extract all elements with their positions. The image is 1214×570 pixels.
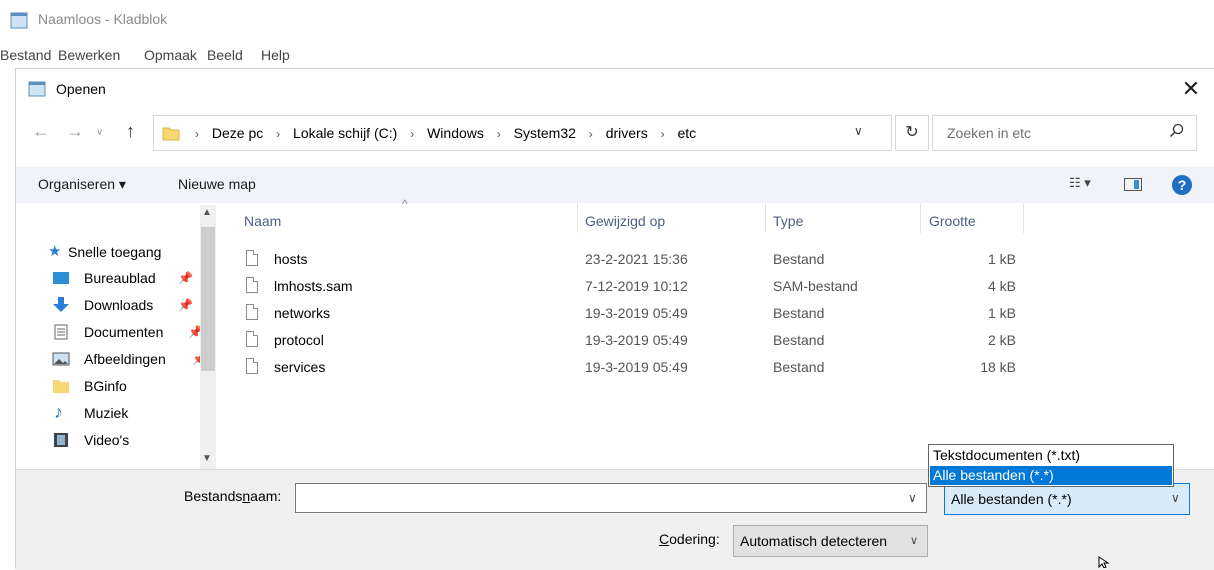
column-header-type[interactable]: Type bbox=[773, 213, 803, 229]
dialog-title: Openen bbox=[56, 81, 106, 97]
sort-ascending-icon: ^ bbox=[402, 197, 408, 211]
file-row[interactable]: networks 19-3-2019 05:49 Bestand 1 kB bbox=[236, 300, 1036, 327]
new-folder-button[interactable]: Nieuwe map bbox=[178, 176, 256, 192]
file-icon bbox=[246, 331, 258, 347]
notepad-icon bbox=[28, 81, 46, 97]
file-row[interactable]: hosts 23-2-2021 15:36 Bestand 1 kB bbox=[236, 246, 1036, 273]
file-row[interactable]: lmhosts.sam 7-12-2019 10:12 SAM-bestand … bbox=[236, 273, 1036, 300]
download-icon bbox=[53, 297, 69, 312]
breadcrumb-item[interactable]: Deze pc bbox=[212, 125, 263, 141]
chevron-down-icon[interactable]: ∨ bbox=[908, 491, 917, 505]
star-icon: ★ bbox=[48, 243, 62, 260]
menu-opmaak[interactable]: Opmaak bbox=[144, 47, 197, 63]
search-input[interactable]: Zoeken in etc bbox=[932, 115, 1197, 151]
breadcrumb: › Deze pc › Lokale schijf (C:) › Windows… bbox=[195, 125, 697, 141]
file-icon bbox=[246, 277, 258, 293]
address-bar[interactable]: › Deze pc › Lokale schijf (C:) › Windows… bbox=[153, 115, 892, 151]
menu-bestand[interactable]: Bestand bbox=[0, 47, 51, 63]
column-header-name[interactable]: Naam bbox=[244, 213, 281, 229]
document-icon bbox=[54, 324, 68, 340]
dialog-titlebar: Openen ✕ bbox=[16, 69, 1214, 109]
mouse-cursor-icon bbox=[1098, 556, 1110, 568]
filename-input[interactable]: ∨ bbox=[295, 483, 927, 513]
file-icon bbox=[246, 358, 258, 374]
forward-arrow-icon[interactable]: → bbox=[66, 121, 84, 142]
file-row[interactable]: services 19-3-2019 05:49 Bestand 18 kB bbox=[236, 354, 1036, 381]
preview-pane-icon[interactable] bbox=[1124, 178, 1142, 191]
filetype-option-selected[interactable]: Alle bestanden (*.*) bbox=[930, 466, 1172, 485]
encoding-label: Codering: bbox=[659, 531, 720, 547]
search-icon[interactable] bbox=[1169, 123, 1185, 139]
breadcrumb-item[interactable]: drivers bbox=[606, 125, 648, 141]
chevron-down-icon[interactable]: ∨ bbox=[854, 124, 863, 138]
filetype-dropdown-list: Tekstdocumenten (*.txt) Alle bestanden (… bbox=[928, 444, 1174, 487]
pin-icon: 📌 bbox=[178, 298, 193, 312]
filename-label: Bestandsnaam: bbox=[184, 488, 282, 504]
menu-beeld[interactable]: Beeld bbox=[207, 47, 243, 63]
folder-icon bbox=[53, 380, 69, 393]
menu-help[interactable]: Help bbox=[261, 47, 290, 63]
column-divider[interactable] bbox=[765, 203, 766, 233]
organize-button[interactable]: Organiseren ▾ bbox=[38, 176, 126, 193]
scroll-down-icon[interactable]: ▼ bbox=[202, 453, 212, 464]
column-divider[interactable] bbox=[1023, 203, 1024, 233]
navigation-pane: ★ Snelle toegang Bureaublad 📌 Downloads … bbox=[16, 203, 216, 469]
notepad-titlebar: Naamloos - Kladblok bbox=[0, 0, 1214, 42]
file-row[interactable]: protocol 19-3-2019 05:49 Bestand 2 kB bbox=[236, 327, 1036, 354]
column-divider[interactable] bbox=[577, 203, 578, 233]
menu-bewerken[interactable]: Bewerken bbox=[58, 47, 120, 63]
sidebar-scrollbar[interactable]: ▲ ▼ bbox=[200, 205, 216, 469]
file-icon bbox=[246, 250, 258, 266]
column-header-modified[interactable]: Gewijzigd op bbox=[585, 213, 665, 229]
command-toolbar: Organiseren ▾ Nieuwe map ☷ ▾ ? bbox=[16, 167, 1214, 203]
breadcrumb-item[interactable]: System32 bbox=[514, 125, 576, 141]
scrollbar-thumb[interactable] bbox=[201, 227, 215, 371]
breadcrumb-item[interactable]: etc bbox=[677, 125, 696, 141]
recent-locations-chevron-icon[interactable]: ∨ bbox=[96, 127, 103, 138]
file-icon bbox=[246, 304, 258, 320]
chevron-down-icon[interactable]: ∨ bbox=[910, 534, 918, 547]
column-divider[interactable] bbox=[920, 203, 921, 233]
filetype-select[interactable]: Alle bestanden (*.*) ∨ bbox=[944, 483, 1190, 515]
close-icon[interactable]: ✕ bbox=[1174, 73, 1208, 105]
breadcrumb-item[interactable]: Windows bbox=[427, 125, 484, 141]
image-icon bbox=[52, 352, 70, 366]
scroll-up-icon[interactable]: ▲ bbox=[202, 207, 212, 218]
folder-icon bbox=[162, 127, 180, 141]
notepad-icon bbox=[10, 12, 28, 29]
video-icon bbox=[54, 433, 68, 447]
filetype-option[interactable]: Tekstdocumenten (*.txt) bbox=[930, 446, 1172, 465]
breadcrumb-item[interactable]: Lokale schijf (C:) bbox=[293, 125, 397, 141]
pin-icon: 📌 bbox=[178, 271, 193, 285]
music-icon: ♪ bbox=[54, 402, 63, 422]
notepad-title: Naamloos - Kladblok bbox=[38, 11, 168, 27]
search-placeholder: Zoeken in etc bbox=[947, 125, 1032, 141]
column-header-size[interactable]: Grootte bbox=[929, 213, 976, 229]
desktop-icon bbox=[53, 272, 69, 284]
up-arrow-icon[interactable]: ↑ bbox=[126, 121, 135, 142]
chevron-down-icon[interactable]: ∨ bbox=[1171, 491, 1180, 505]
help-icon[interactable]: ? bbox=[1172, 175, 1192, 195]
change-view-icon[interactable]: ☷ ▾ bbox=[1069, 175, 1091, 191]
back-arrow-icon[interactable]: ← bbox=[32, 121, 50, 142]
refresh-icon[interactable]: ↻ bbox=[895, 115, 929, 151]
open-dialog: Openen ✕ ← → ∨ ↑ › Deze pc › Lokale schi… bbox=[15, 68, 1214, 570]
encoding-select[interactable]: Automatisch detecteren ∨ bbox=[733, 525, 928, 557]
notepad-menubar: Bestand Bewerken Opmaak Beeld Help bbox=[0, 42, 1214, 68]
